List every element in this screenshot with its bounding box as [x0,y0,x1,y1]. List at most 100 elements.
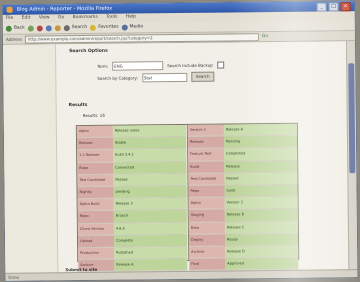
table-row[interactable]: Version 1 Release A [187,123,297,138]
results-column-right: Version 1 Release A Release Pending Featur… [186,123,299,272]
row-value: Version 3 [224,196,298,209]
media-button[interactable]: Media [121,24,144,31]
search-button[interactable]: Search [63,24,88,31]
search-submit-button[interactable]: Search [190,71,215,82]
results-table: alpha Release notes Release Stable 1.2 Rel… [75,122,300,273]
row-key: Beta [188,222,225,234]
row-key: Production [78,247,115,260]
table-row[interactable]: Client Version 4.6.5 [77,222,187,236]
row-value: Release 3 [113,198,187,211]
table-row[interactable]: Repo Branch [77,210,187,224]
row-value: Complete [113,234,188,247]
window-title: Blog Admin - Reporter - Mozilla Firefox [16,5,113,13]
table-row[interactable]: Beta Release C [188,221,298,235]
media-icon [121,24,128,31]
star-icon [90,24,97,31]
row-value: Approved [225,257,299,270]
row-value: Connected [113,161,187,174]
table-row[interactable]: Release Pending [187,135,298,150]
row-value: Passed [224,172,298,185]
menu-tools[interactable]: Tools [106,15,117,20]
maximize-button[interactable]: □ [328,2,339,12]
include-checkbox[interactable] [216,61,224,69]
results-column-left: alpha Release notes Release Stable 1.2 Rel… [76,124,188,273]
menu-bookmarks[interactable]: Bookmarks [73,15,98,20]
row-value: 4.6.5 [113,222,187,235]
go-button[interactable]: Go [262,34,268,39]
row-value: Stable [112,137,187,150]
menu-edit[interactable]: Edit [22,16,31,21]
vertical-scrollbar[interactable] [345,41,358,271]
table-row[interactable]: Feature Test Completed [188,148,298,162]
row-value: Passed [113,173,187,186]
page-left-margin [2,44,59,274]
row-value: Release notes [112,124,186,137]
page-content: Search Options Term: ENG Search Include … [2,41,350,274]
stop-button[interactable] [36,24,43,31]
table-row[interactable]: Build Release [188,160,298,174]
results-count: Results: 16 [82,112,105,119]
media-label: Media [129,24,144,30]
row-value: Release A [223,123,297,136]
table-row[interactable]: Nightly pending [77,185,187,200]
home-button[interactable] [54,24,61,31]
row-value: Release A [114,258,188,271]
row-value: pending [113,185,187,198]
table-row[interactable]: Repo Connected [77,161,187,175]
keyword-input[interactable]: ENG [112,61,164,71]
row-value: Release [224,160,298,173]
row-key: Archive [189,246,226,258]
row-value: build 3.4.2 [113,149,187,162]
forward-button[interactable] [27,25,34,32]
row-value: Ready [224,233,299,246]
row-value: Release D [225,245,299,258]
menu-help[interactable]: Help [126,14,136,19]
table-row[interactable]: Deploy Ready [188,233,299,247]
table-row[interactable]: Repo build [188,184,298,199]
row-value: Pending [223,135,298,148]
row-key: alpha [76,125,113,138]
include-label: Search Include Backup [167,62,213,69]
favorites-button[interactable]: Favorites [90,24,119,31]
table-row[interactable]: alpha Release notes [76,124,186,139]
row-key: Nightly [77,186,114,199]
keyword-label: Term: [97,63,109,69]
browser-icon [6,6,13,13]
table-row[interactable]: 1.2 Release build 3.4.2 [77,149,187,163]
row-key: Client Version [77,223,114,235]
menu-file[interactable]: File [6,16,14,21]
row-key: Repo [188,185,225,198]
window-controls: _ □ × [316,2,351,12]
scrollbar-thumb[interactable] [348,63,356,174]
reload-button[interactable] [45,24,52,31]
menu-go[interactable]: Go [58,15,64,20]
table-row[interactable]: Archive Release D [189,245,299,259]
table-row[interactable]: Alpha Build Release 3 [77,198,187,212]
reload-icon [45,24,52,31]
table-row[interactable]: Alpha Version 3 [188,196,298,211]
close-button[interactable]: × [340,2,351,12]
row-value: Completed [224,148,298,161]
browser-window: Blog Admin - Reporter - Mozilla Firefox … [1,0,359,282]
row-key: 1.2 Release [77,150,114,162]
search-icon [63,24,70,31]
row-key: Build [188,161,225,173]
back-button[interactable]: Back [5,25,25,32]
table-row[interactable]: Test Candidate Passed [77,173,187,188]
stop-icon [36,24,43,31]
menu-view[interactable]: View [39,15,50,20]
table-row[interactable]: Production Published [78,246,188,261]
table-row[interactable]: Test Candidate Passed [188,172,298,186]
table-row[interactable]: Staging Release B [188,209,298,223]
table-row[interactable]: Upload Complete [77,234,188,248]
row-key: Test Candidate [77,174,114,187]
category-label: Search by Category: [97,74,138,81]
table-row[interactable]: Release Stable [76,137,187,151]
search-section-title: Search Options [69,48,108,55]
forward-icon [27,25,34,32]
row-key: Final [189,258,226,271]
form-row-category: Search by Category: Stat Search [97,71,215,83]
row-value: build [224,184,298,197]
minimize-button[interactable]: _ [316,2,327,12]
category-select[interactable]: Stat [141,72,187,82]
